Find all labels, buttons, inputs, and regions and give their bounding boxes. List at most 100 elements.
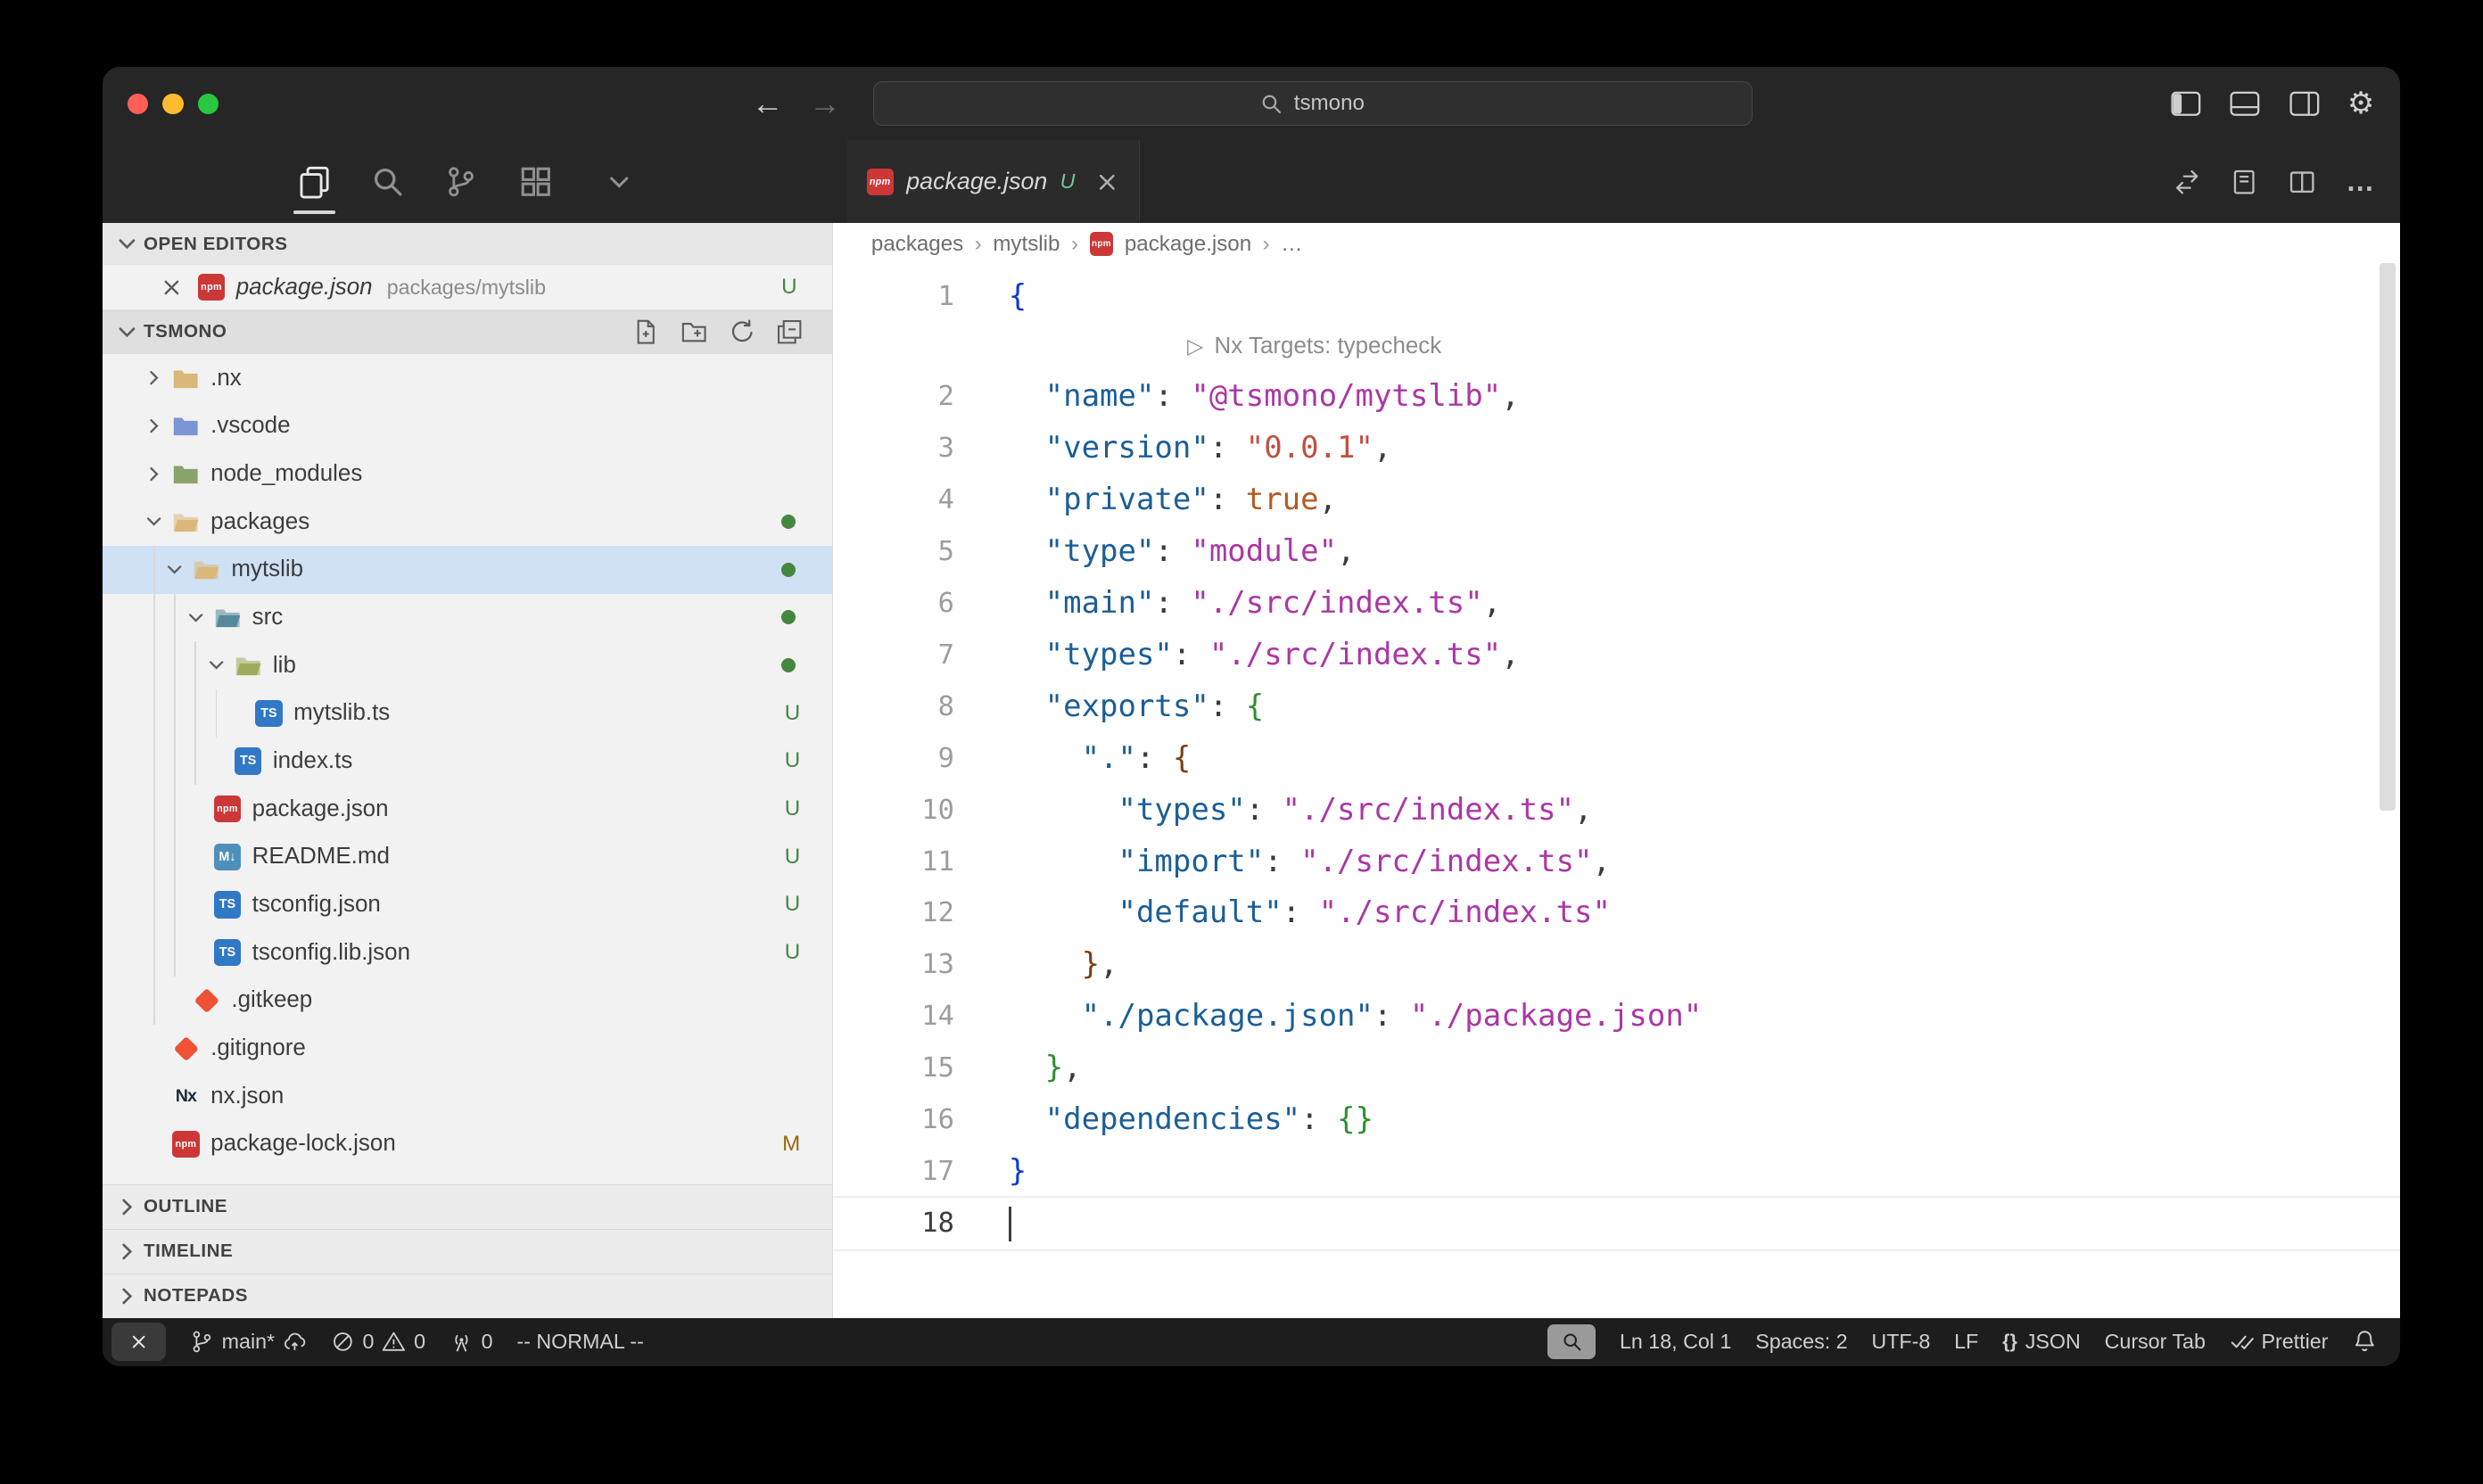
- new-file-icon[interactable]: [632, 318, 659, 345]
- tab-package-json[interactable]: npm package.json U: [847, 140, 1140, 223]
- forward-button[interactable]: →: [807, 86, 842, 122]
- main-area: OPEN EDITORS npm package.json packages/m…: [103, 140, 2400, 1317]
- settings-gear-icon[interactable]: ⚙: [2347, 88, 2374, 119]
- npm-file-icon: npm: [867, 169, 894, 195]
- maximize-window-button[interactable]: [198, 94, 219, 114]
- toggle-panel-icon[interactable]: [2229, 91, 2261, 117]
- codelens-nx-targets[interactable]: ▷Nx Targets: typecheck: [1187, 323, 1441, 371]
- folder-icon: [170, 412, 201, 441]
- tree-item-label: .gitignore: [210, 1035, 306, 1061]
- eol-status[interactable]: LF: [1954, 1330, 1978, 1354]
- toggle-primary-sidebar-icon[interactable]: [2170, 91, 2202, 117]
- tree-item-.gitkeep[interactable]: .gitkeep: [103, 977, 832, 1025]
- broadcast-status[interactable]: 0: [450, 1330, 493, 1354]
- tree-item-nx.json[interactable]: Nxnx.json: [103, 1072, 832, 1120]
- close-editor-icon[interactable]: [160, 276, 184, 300]
- source-control-view-icon[interactable]: [441, 161, 483, 203]
- status-right: Ln 18, Col 1 Spaces: 2 UTF-8 LF {} JSON …: [1547, 1324, 2377, 1359]
- tree-item-packages[interactable]: packages: [103, 498, 832, 546]
- sidebar: OPEN EDITORS npm package.json packages/m…: [103, 140, 833, 1317]
- minimize-window-button[interactable]: [162, 94, 183, 114]
- notepads-section-header[interactable]: NOTEPADS: [103, 1274, 832, 1318]
- refresh-explorer-icon[interactable]: [729, 318, 755, 345]
- tab-close-icon[interactable]: [1094, 169, 1120, 195]
- line-number: 15: [833, 1043, 954, 1094]
- timeline-section-header[interactable]: TIMELINE: [103, 1229, 832, 1274]
- breadcrumb-item[interactable]: package.json: [1125, 232, 1251, 257]
- file-tree: .nx.vscodenode_modulespackagesmytslibsrc…: [103, 354, 832, 1167]
- sidebar-bottom-sections: OUTLINE TIMELINE NOTEPADS: [103, 1184, 832, 1318]
- tree-item-.vscode[interactable]: .vscode: [103, 402, 832, 450]
- search-icon: [1260, 93, 1283, 115]
- status-bar: main* 0 0 0 -- NORMAL --: [103, 1318, 2400, 1366]
- open-changes-icon[interactable]: [2174, 169, 2200, 195]
- outline-section-header[interactable]: OUTLINE: [103, 1184, 832, 1229]
- text-cursor: [1009, 1207, 1012, 1241]
- tree-item-mytslib.ts[interactable]: TSmytslib.tsU: [103, 689, 832, 738]
- tree-item-tsconfig.lib.json[interactable]: TStsconfig.lib.jsonU: [103, 928, 832, 977]
- codelens-row: ▷Nx Targets: typecheck: [833, 323, 2400, 371]
- breadcrumb-item[interactable]: …: [1281, 232, 1302, 257]
- line-number: 9: [833, 733, 954, 785]
- cursor-position[interactable]: Ln 18, Col 1: [1620, 1330, 1731, 1354]
- new-folder-icon[interactable]: [681, 318, 707, 345]
- open-editors-header[interactable]: OPEN EDITORS: [103, 223, 832, 265]
- split-editor-icon[interactable]: [2289, 169, 2315, 195]
- breadcrumb-item[interactable]: packages: [871, 232, 963, 257]
- command-center-search[interactable]: tsmono: [873, 81, 1753, 126]
- collapse-folders-icon[interactable]: [776, 318, 803, 345]
- indentation-status[interactable]: Spaces: 2: [1755, 1330, 1847, 1354]
- cursor-tab-status[interactable]: Cursor Tab: [2105, 1330, 2206, 1354]
- activity-bar: [103, 140, 833, 223]
- explorer-view-icon[interactable]: [293, 161, 335, 203]
- tree-item-.gitignore[interactable]: .gitignore: [103, 1025, 832, 1073]
- more-views-chevron-icon[interactable]: [598, 161, 640, 203]
- tree-item-label: package.json: [252, 796, 389, 822]
- tree-item-.nx[interactable]: .nx: [103, 354, 832, 402]
- npm-file-icon: npm: [1090, 232, 1114, 256]
- active-view-underline: [293, 210, 335, 214]
- tree-item-label: mytslib.ts: [293, 700, 390, 726]
- breadcrumb-item[interactable]: mytslib: [993, 232, 1060, 257]
- remote-indicator[interactable]: [111, 1323, 166, 1361]
- problems-status[interactable]: 0 0: [331, 1330, 425, 1354]
- folder-icon: [212, 603, 243, 631]
- chevron-right-icon: [115, 1240, 139, 1264]
- code-text: "main": "./src/index.ts",: [954, 578, 1501, 630]
- tree-item-readme.md[interactable]: M↓README.mdU: [103, 833, 832, 881]
- code-line-2: 2 "name": "@tsmono/mytslib",: [833, 371, 2400, 423]
- tree-item-label: tsconfig.lib.json: [252, 940, 410, 966]
- notifications-bell-icon[interactable]: [2352, 1329, 2378, 1355]
- open-notebook-icon[interactable]: [2231, 169, 2257, 195]
- formatter-status[interactable]: Prettier: [2230, 1330, 2329, 1354]
- tree-item-node-modules[interactable]: node_modules: [103, 450, 832, 499]
- open-editor-item[interactable]: npm package.json packages/mytslib U: [103, 265, 832, 309]
- encoding-status[interactable]: UTF-8: [1871, 1330, 1930, 1354]
- tree-item-lib[interactable]: lib: [103, 641, 832, 689]
- tree-item-tsconfig.json[interactable]: TStsconfig.jsonU: [103, 881, 832, 929]
- typescript-file-icon: TS: [233, 746, 263, 775]
- search-view-icon[interactable]: [367, 161, 409, 203]
- back-button[interactable]: ←: [750, 86, 785, 122]
- zoom-indicator[interactable]: [1547, 1324, 1596, 1359]
- language-mode[interactable]: {} JSON: [2002, 1330, 2081, 1354]
- more-actions-icon[interactable]: …: [2346, 174, 2374, 190]
- code-text: "types": "./src/index.ts",: [954, 630, 1520, 681]
- tree-item-package.json[interactable]: npmpackage.jsonU: [103, 785, 832, 833]
- git-changes-dot: [781, 610, 796, 624]
- workspace-section-header[interactable]: TSMONO: [103, 309, 832, 354]
- close-window-button[interactable]: [128, 94, 148, 114]
- git-branch-status[interactable]: main*: [190, 1330, 307, 1354]
- folder-icon: [233, 651, 263, 680]
- tree-item-index.ts[interactable]: TSindex.tsU: [103, 738, 832, 786]
- editor-scrollbar[interactable]: [2380, 263, 2396, 811]
- typescript-file-icon: TS: [212, 890, 243, 919]
- code-editor[interactable]: 1{▷Nx Targets: typecheck2 "name": "@tsmo…: [833, 265, 2400, 1318]
- tree-item-src[interactable]: src: [103, 594, 832, 642]
- indent-guide: [153, 546, 155, 1025]
- toggle-secondary-sidebar-icon[interactable]: [2289, 91, 2321, 117]
- extensions-view-icon[interactable]: [516, 161, 557, 203]
- code-text: "name": "@tsmono/mytslib",: [954, 371, 1520, 423]
- tree-item-mytslib[interactable]: mytslib: [103, 546, 832, 594]
- tree-item-package-lock.json[interactable]: npmpackage-lock.jsonM: [103, 1120, 832, 1168]
